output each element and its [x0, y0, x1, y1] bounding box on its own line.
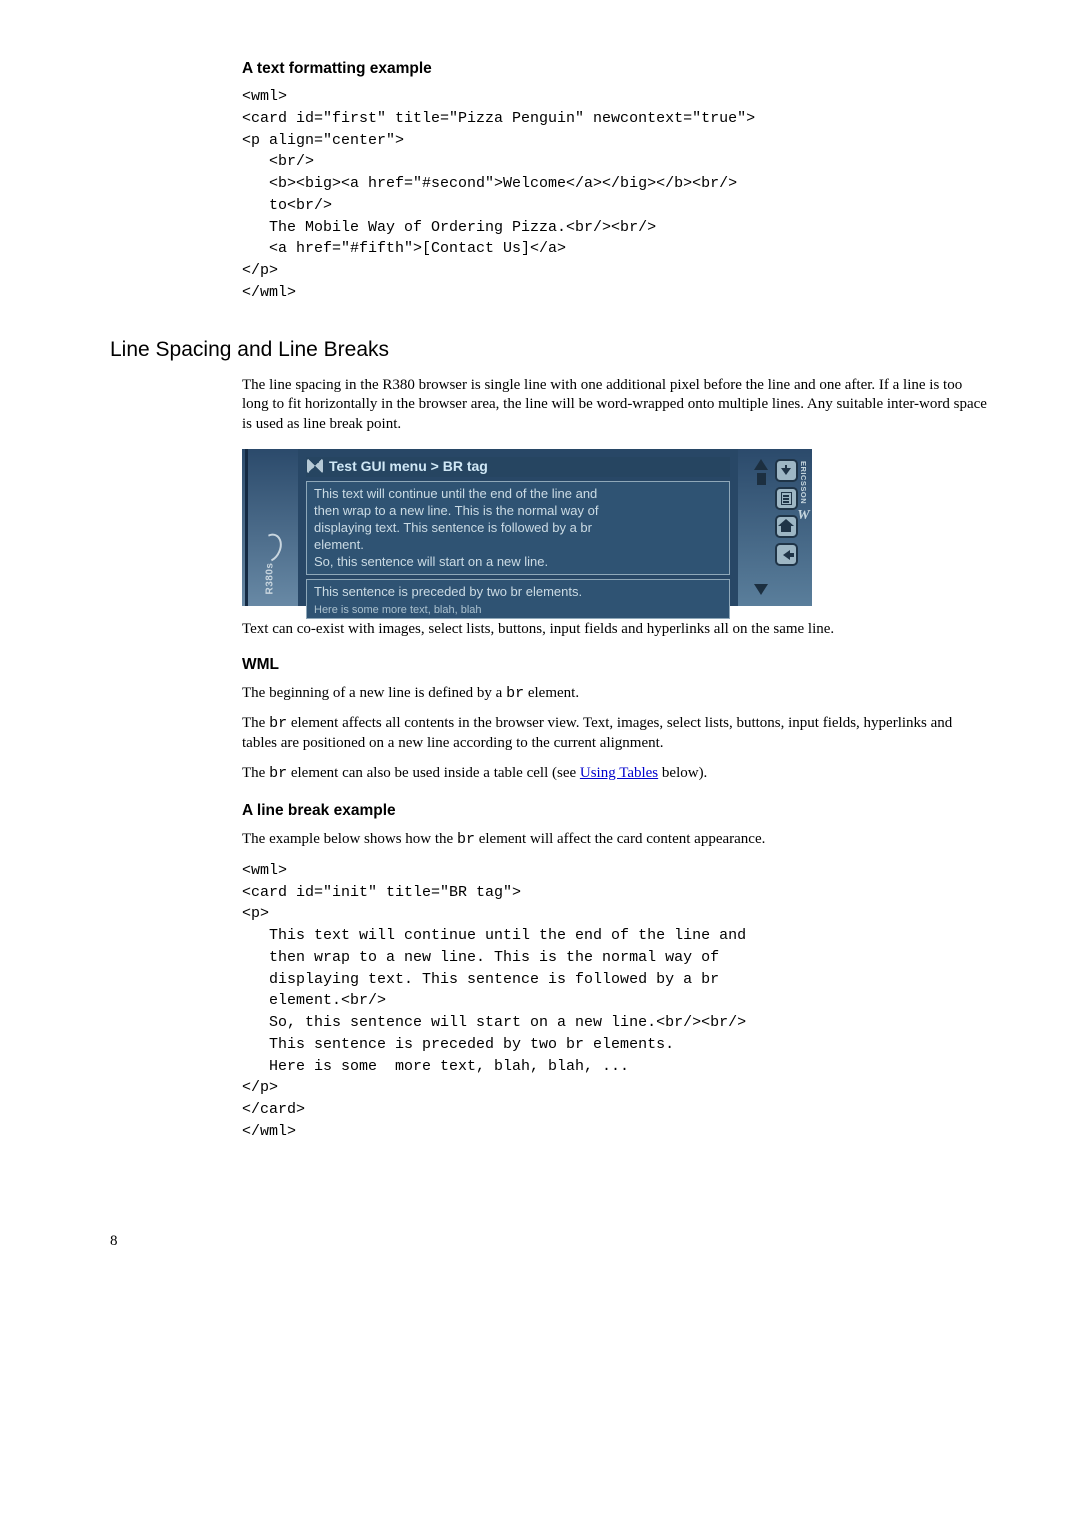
browser-title-text: Test GUI menu > BR tag	[329, 458, 488, 474]
device-screen: Test GUI menu > BR tag This text will co…	[298, 449, 738, 606]
ericsson-w-icon: W	[797, 508, 809, 524]
swoosh-icon	[254, 530, 287, 566]
scroll-down-icon[interactable]	[754, 584, 768, 595]
brand-label: ERICSSON W	[798, 461, 809, 523]
wml-heading: WML	[242, 656, 990, 674]
content-box-2: This sentence is preceded by two br elem…	[306, 579, 730, 619]
section-heading: Line Spacing and Line Breaks	[110, 338, 990, 362]
example1-code: <wml> <card id="first" title="Pizza Peng…	[242, 86, 990, 304]
back-button[interactable]	[775, 543, 798, 566]
example2-heading: A line break example	[242, 802, 990, 820]
section-p2: Text can co-exist with images, select li…	[242, 620, 990, 640]
page-number: 8	[110, 1233, 990, 1250]
scroll-up-icon[interactable]	[754, 459, 768, 470]
scroll-thumb[interactable]	[757, 473, 766, 485]
content-box-1: This text will continue until the end of…	[306, 481, 730, 574]
scrollbar[interactable]	[753, 459, 770, 595]
example2-intro: The example below shows how the br eleme…	[242, 830, 990, 850]
device-model-label: R380s	[265, 563, 276, 595]
download-button[interactable]	[775, 459, 798, 482]
app-icon	[307, 459, 323, 473]
wml-p1: The beginning of a new line is defined b…	[242, 684, 990, 704]
device-left-bezel: R380s	[242, 449, 298, 606]
using-tables-link[interactable]: Using Tables	[580, 765, 658, 781]
device-right-controls: ERICSSON W	[738, 449, 812, 606]
document-button[interactable]	[775, 487, 798, 510]
wml-p2: The br element affects all contents in t…	[242, 714, 990, 754]
section-p1: The line spacing in the R380 browser is …	[242, 376, 990, 436]
example1-heading: A text formatting example	[242, 60, 990, 78]
device-screenshot: R380s Test GUI menu > BR tag This text w…	[242, 449, 812, 606]
browser-titlebar: Test GUI menu > BR tag	[306, 457, 730, 477]
example2-code: <wml> <card id="init" title="BR tag"> <p…	[242, 860, 990, 1143]
wml-p3: The br element can also be used inside a…	[242, 764, 990, 784]
home-button[interactable]	[775, 515, 798, 538]
